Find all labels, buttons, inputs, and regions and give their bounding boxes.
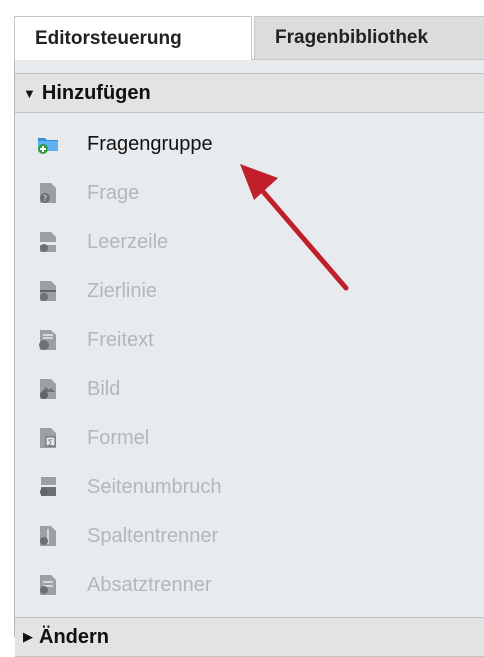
section-header-aendern[interactable]: ▶ Ändern [15, 617, 484, 657]
item-label: Frage [87, 181, 140, 204]
item-label: Freitext [87, 328, 154, 351]
item-label: Absatztrenner [87, 573, 212, 596]
item-label: Leerzeile [87, 230, 169, 253]
caret-down-icon: ▼ [23, 85, 36, 101]
annotation-arrow [240, 164, 349, 291]
add-item-formel: ∑ Formel [15, 416, 484, 460]
item-label: Formel [87, 426, 150, 449]
tab-bar: Editorsteuerung Fragenbibliothek [0, 0, 484, 60]
caret-right-icon: ▶ [23, 629, 33, 644]
decorative-line-doc-icon [40, 281, 56, 301]
add-item-spaltentrenner: Spaltentrenner [15, 514, 484, 558]
add-item-seitenumbruch: Seitenumbruch [15, 465, 484, 509]
page-break-icon [40, 477, 56, 496]
item-label: Zierlinie [87, 279, 158, 302]
item-label: Bild [87, 377, 121, 400]
section-title: Ändern [39, 625, 109, 648]
folder-add-icon [38, 138, 58, 154]
section-title: Hinzufügen [41, 81, 151, 104]
add-item-absatztrenner: Absatztrenner [15, 563, 484, 607]
formula-doc-icon: ∑ [40, 428, 56, 448]
add-item-bild: Bild [15, 367, 484, 411]
image-doc-icon [40, 379, 56, 399]
svg-text:∑: ∑ [48, 439, 53, 447]
item-label: Seitenumbruch [87, 475, 222, 498]
question-doc-icon: ? [40, 183, 56, 203]
tab-editorsteuerung[interactable]: Editorsteuerung [14, 16, 252, 60]
tab-fragenbibliothek[interactable]: Fragenbibliothek [254, 16, 484, 60]
column-separator-icon [40, 526, 56, 546]
section-header-hinzufuegen[interactable]: ▼ Hinzufügen [15, 73, 484, 113]
editor-panel: ▼ Hinzufügen Fragengruppe ? Frage Leerze… [14, 59, 484, 657]
item-label: Fragengruppe [87, 132, 213, 155]
item-label: Spaltentrenner [87, 524, 219, 547]
blank-line-doc-icon [40, 232, 56, 252]
free-text-doc-icon [39, 330, 56, 350]
svg-text:?: ? [43, 194, 47, 203]
paragraph-separator-icon [40, 575, 56, 595]
add-item-freitext: Freitext [15, 318, 484, 362]
